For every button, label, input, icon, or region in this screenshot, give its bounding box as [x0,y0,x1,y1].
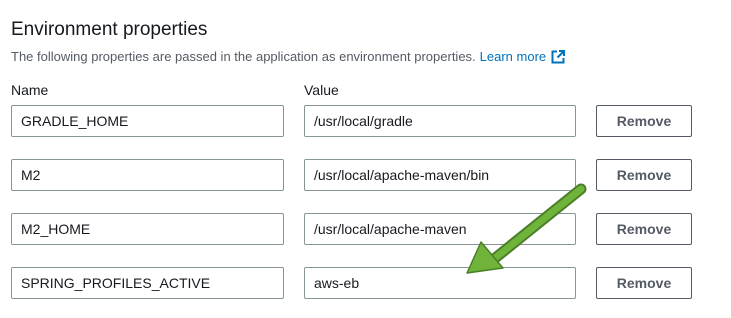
property-row: Remove [0,105,731,137]
learn-more-link[interactable]: Learn more [479,48,566,66]
remove-button[interactable]: Remove [596,267,692,299]
section-title: Environment properties [11,19,208,40]
remove-button[interactable]: Remove [596,105,692,137]
description-text: The following properties are passed in t… [11,49,476,64]
remove-button[interactable]: Remove [596,213,692,245]
section-description: The following properties are passed in t… [11,48,566,66]
property-name-input[interactable] [11,159,284,191]
value-column-label: Value [304,82,339,98]
property-value-input[interactable] [304,105,576,137]
property-value-input[interactable] [304,267,576,299]
external-link-icon [551,50,566,64]
property-row: Remove [0,213,731,245]
property-name-input[interactable] [11,213,284,245]
property-value-input[interactable] [304,213,576,245]
property-row: Remove [0,267,731,299]
property-row: Remove [0,159,731,191]
remove-button[interactable]: Remove [596,159,692,191]
property-name-input[interactable] [11,267,284,299]
name-column-label: Name [11,82,49,98]
property-value-input[interactable] [304,159,576,191]
learn-more-label: Learn more [479,49,547,64]
property-name-input[interactable] [11,105,284,137]
